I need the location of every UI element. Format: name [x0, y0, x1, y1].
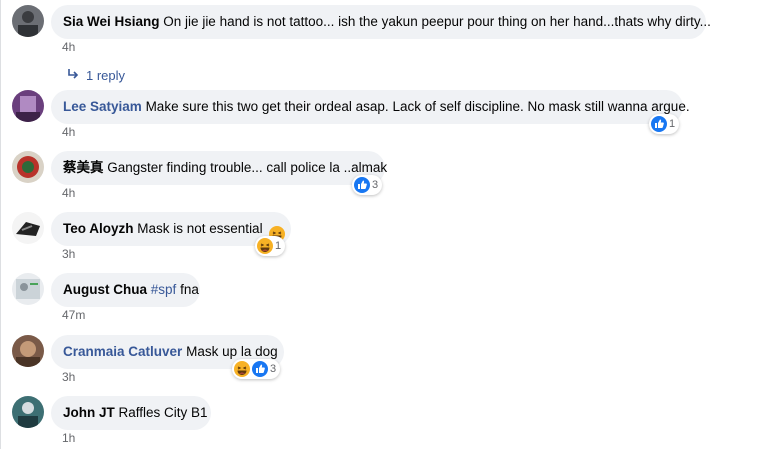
reaction-summary[interactable]: 3	[352, 175, 383, 195]
comment-text: fna	[180, 282, 199, 297]
comment-author[interactable]: 蔡美真	[63, 160, 104, 175]
like-icon	[354, 177, 370, 193]
comment-bubble: Sia Wei Hsiang On jie jie hand is not ta…	[51, 5, 711, 39]
avatar[interactable]	[12, 90, 44, 122]
reaction-summary[interactable]: 1	[649, 114, 680, 134]
comment-text: Raffles City B1	[118, 405, 208, 420]
comment-timestamp[interactable]: 4h	[62, 186, 75, 200]
like-icon	[651, 116, 667, 132]
comment-author[interactable]: Sia Wei Hsiang	[63, 14, 160, 29]
comment-bubble: 蔡美真 Gangster finding trouble... call pol…	[51, 151, 388, 185]
haha-icon	[257, 238, 273, 254]
view-replies-link[interactable]: 1 reply	[66, 67, 125, 84]
comment-timestamp[interactable]: 1h	[62, 431, 75, 445]
comment-timestamp[interactable]: 3h	[62, 247, 75, 261]
comment-author[interactable]: August Chua	[63, 282, 147, 297]
avatar[interactable]	[12, 396, 44, 428]
comment-bubble: August Chua #spf fna	[51, 273, 200, 307]
like-icon	[252, 361, 268, 377]
hashtag-link[interactable]: #spf	[151, 282, 177, 297]
comment-author[interactable]: Teo Aloyzh	[63, 221, 134, 236]
comment-timestamp[interactable]: 4h	[62, 125, 75, 139]
reaction-count: 3	[372, 179, 379, 191]
avatar[interactable]	[12, 335, 44, 367]
comment-timestamp[interactable]: 3h	[62, 370, 75, 384]
comment-text: Gangster finding trouble... call police …	[107, 160, 388, 175]
reply-count: 1 reply	[86, 68, 126, 83]
page-edge	[0, 0, 1, 449]
comment-text: Mask up la dog	[186, 344, 278, 359]
avatar[interactable]	[12, 212, 44, 244]
comment-author[interactable]: Cranmaia Catluver	[63, 344, 182, 359]
comment-bubble: Lee Satyiam Make sure this two get their…	[51, 90, 690, 124]
reaction-count: 1	[669, 118, 676, 130]
comment-bubble: John JT Raffles City B1	[51, 396, 211, 430]
comment-text: Mask is not essential	[137, 221, 263, 236]
comment-author[interactable]: Lee Satyiam	[63, 99, 142, 114]
reaction-summary[interactable]: 1	[255, 236, 286, 256]
reaction-count: 3	[270, 363, 277, 375]
reaction-summary[interactable]: 3	[232, 359, 281, 379]
avatar[interactable]	[12, 5, 44, 37]
comment-author[interactable]: John JT	[63, 405, 115, 420]
reply-arrow-icon	[66, 67, 80, 84]
comment-timestamp[interactable]: 4h	[62, 40, 75, 54]
avatar[interactable]	[12, 151, 44, 183]
haha-icon	[234, 361, 250, 377]
comment-text: Make sure this two get their ordeal asap…	[145, 99, 690, 114]
comment-timestamp[interactable]: 47m	[62, 308, 85, 322]
avatar[interactable]	[12, 273, 44, 305]
comment-text: On jie jie hand is not tattoo... ish the…	[163, 14, 711, 29]
reaction-count: 1	[275, 240, 282, 252]
